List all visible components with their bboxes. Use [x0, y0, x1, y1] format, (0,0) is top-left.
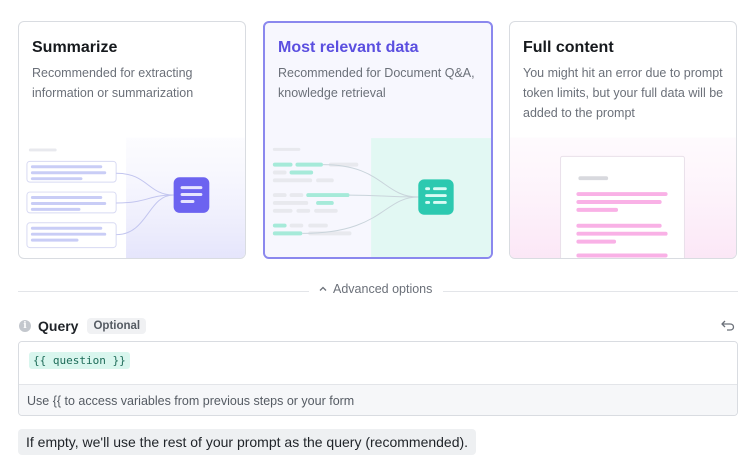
most-relevant-illustration	[272, 138, 491, 257]
most-relevant-title: Most relevant data	[278, 39, 419, 56]
query-label: Query	[38, 318, 79, 334]
summarize-card[interactable]: Summarize Recommended for extracting inf…	[18, 21, 246, 259]
summarize-description: Recommended for extracting information o…	[32, 66, 194, 100]
optional-badge: Optional	[87, 318, 147, 334]
most-relevant-description: Recommended for Document Q&A, knowledge …	[278, 66, 475, 100]
divider-line-right	[443, 291, 738, 292]
query-note: If empty, we'll use the rest of your pro…	[18, 429, 477, 455]
advanced-options-divider: Advanced options	[18, 282, 738, 300]
full-content-title: Full content	[523, 39, 614, 56]
most-relevant-card[interactable]: Most relevant data Recommended for Docum…	[263, 21, 493, 259]
advanced-options-toggle[interactable]: Advanced options	[318, 282, 432, 296]
chevron-up-icon	[319, 286, 327, 291]
query-header: i Query Optional	[19, 316, 147, 336]
info-icon[interactable]: i	[19, 320, 31, 332]
query-input[interactable]: {{ question }}	[19, 342, 737, 384]
divider-line-left	[18, 291, 309, 292]
undo-icon[interactable]	[720, 318, 736, 332]
advanced-options-label: Advanced options	[333, 282, 433, 296]
query-help-text: Use {{ to access variables from previous…	[19, 384, 737, 415]
strategy-cards: Summarize Recommended for extracting inf…	[18, 21, 738, 259]
summarize-illustration	[26, 137, 245, 258]
variable-chip[interactable]: {{ question }}	[29, 352, 130, 369]
full-content-description: You might hit an error due to prompt tok…	[523, 66, 724, 120]
query-field: {{ question }} Use {{ to access variable…	[18, 341, 738, 416]
full-content-illustration	[510, 137, 736, 258]
summarize-title: Summarize	[32, 39, 118, 56]
full-content-card[interactable]: Full content You might hit an error due …	[509, 21, 737, 259]
